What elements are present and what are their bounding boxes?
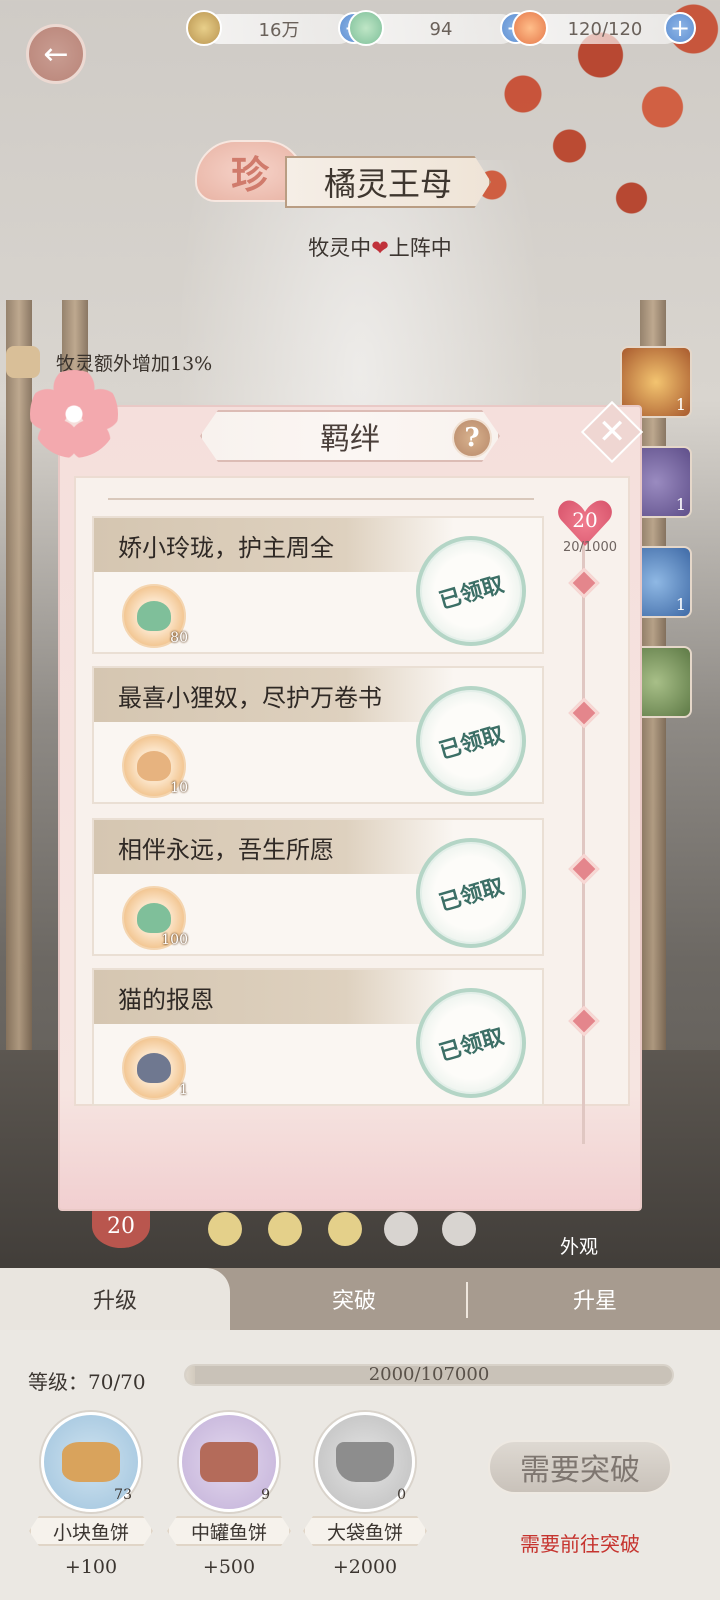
- reward-item[interactable]: 10: [122, 734, 188, 798]
- reward-item[interactable]: 1: [122, 1036, 188, 1100]
- add-stamina-button[interactable]: +: [664, 12, 696, 44]
- feed-item-icon: 73: [41, 1412, 141, 1512]
- star-flower-icon: [328, 1212, 362, 1246]
- xp-text: 2000/107000: [368, 1364, 490, 1385]
- reward-qty: 100: [161, 932, 188, 948]
- bond-title: 相伴永远，吾生所愿: [94, 820, 454, 874]
- stamina-value: 120/120: [567, 18, 643, 40]
- reward-qty: 1: [179, 1082, 188, 1098]
- claimed-stamp: 已领取: [416, 686, 526, 796]
- feed-item-large[interactable]: 0 大袋鱼饼 +2000: [303, 1412, 427, 1578]
- close-icon: ✕: [597, 412, 627, 452]
- progress-rail: [582, 540, 585, 1144]
- claimed-label: 已领取: [436, 721, 507, 765]
- tab-breakthrough[interactable]: 突破: [240, 1268, 468, 1330]
- pillar-left: [6, 300, 32, 1120]
- heart-icon: ❤: [371, 236, 389, 260]
- grazing-bonus: 牧灵额外增加13%: [6, 346, 212, 378]
- breakthrough-hint: 需要前往突破: [520, 1532, 640, 1556]
- feed-item-icon: 0: [315, 1412, 415, 1512]
- feed-count: 9: [261, 1487, 270, 1503]
- appearance-button[interactable]: 外观: [560, 1232, 598, 1259]
- feed-count: 0: [397, 1487, 406, 1503]
- status-grazing: 牧灵中: [308, 236, 372, 260]
- claimed-stamp: 已领取: [416, 536, 526, 646]
- back-arrow-icon: ←: [43, 36, 69, 72]
- coin-value: 16万: [258, 20, 300, 41]
- feed-gain: +500: [202, 1556, 256, 1578]
- fish-jar-icon: [200, 1442, 258, 1482]
- jade-value: 94: [429, 18, 453, 40]
- spirit-name: 橘灵王母: [285, 156, 491, 208]
- fishcake-stamina-icon: [512, 10, 548, 46]
- claimed-label: 已领取: [436, 873, 507, 917]
- jade-spirit-icon: [348, 10, 384, 46]
- star-flower-icon: [268, 1212, 302, 1246]
- feed-gain: +2000: [332, 1556, 398, 1578]
- claimed-stamp: 已领取: [416, 838, 526, 948]
- spirit-status: 牧灵中❤上阵中: [0, 232, 720, 262]
- bond-title: 最喜小狸奴，尽护万卷书: [94, 668, 454, 722]
- divider: [108, 498, 534, 500]
- bond-card: 相伴永远，吾生所愿 100 已领取: [92, 818, 544, 956]
- jade-spirit-icon: [137, 903, 171, 933]
- reward-item[interactable]: 100: [122, 886, 188, 950]
- back-button[interactable]: ←: [26, 24, 86, 84]
- tab-upgrade[interactable]: 升级: [0, 1268, 230, 1330]
- status-deployed: 上阵中: [388, 236, 452, 260]
- reward-qty: 80: [170, 630, 188, 646]
- bond-card: 最喜小狸奴，尽护万卷书 10 已领取: [92, 666, 544, 804]
- help-button[interactable]: ?: [452, 418, 492, 458]
- feed-item-medium[interactable]: 9 中罐鱼饼 +500: [167, 1412, 291, 1578]
- coin-resource: 16万 +: [186, 10, 370, 46]
- feed-count: 73: [114, 1487, 132, 1503]
- feed-name: 中罐鱼饼: [167, 1516, 291, 1546]
- cat-portrait-icon: [137, 751, 171, 781]
- tab-divider: [466, 1282, 468, 1318]
- feed-gain: +100: [64, 1556, 118, 1578]
- claimed-label: 已领取: [436, 571, 507, 615]
- reward-qty: 10: [170, 780, 188, 796]
- reward-item[interactable]: 80: [122, 584, 188, 648]
- fish-bag-icon: [336, 1442, 394, 1482]
- tab-star-up[interactable]: 升星: [470, 1268, 720, 1330]
- feed-name: 大袋鱼饼: [303, 1516, 427, 1546]
- star-flower-icon: [208, 1212, 242, 1246]
- feed-item-small[interactable]: 73 小块鱼饼 +100: [29, 1412, 153, 1578]
- stamina-resource: 120/120 +: [512, 10, 696, 46]
- ornament-icon: [137, 1053, 171, 1083]
- paw-coin-icon: [186, 10, 222, 46]
- claimed-stamp: 已领取: [416, 988, 526, 1098]
- bond-title: 猫的报恩: [94, 970, 454, 1024]
- jade-resource: 94 +: [348, 10, 532, 46]
- star-flower-icon: [442, 1212, 476, 1246]
- bond-card: 娇小玲珑，护主周全 80 已领取: [92, 516, 544, 654]
- bond-card: 猫的报恩 1 已领取: [92, 968, 544, 1106]
- side-spirit-count: 1: [675, 595, 686, 614]
- feed-name: 小块鱼饼: [29, 1516, 153, 1546]
- cat-icon: [6, 346, 40, 378]
- jade-spirit-icon: [137, 601, 171, 631]
- claimed-label: 已领取: [436, 1023, 507, 1067]
- star-flower-icon: [384, 1212, 418, 1246]
- bond-title: 娇小玲珑，护主周全: [94, 518, 454, 572]
- feed-item-icon: 9: [179, 1412, 279, 1512]
- fish-cake-icon: [62, 1442, 120, 1482]
- affection-progress: 20/1000: [562, 540, 617, 555]
- breakthrough-button[interactable]: 需要突破: [488, 1440, 672, 1494]
- level-label: 等级：70/70: [28, 1370, 146, 1394]
- side-spirit-count: 1: [675, 495, 686, 514]
- plum-blossom-icon: [30, 370, 118, 458]
- side-spirit-count: 1: [675, 395, 686, 414]
